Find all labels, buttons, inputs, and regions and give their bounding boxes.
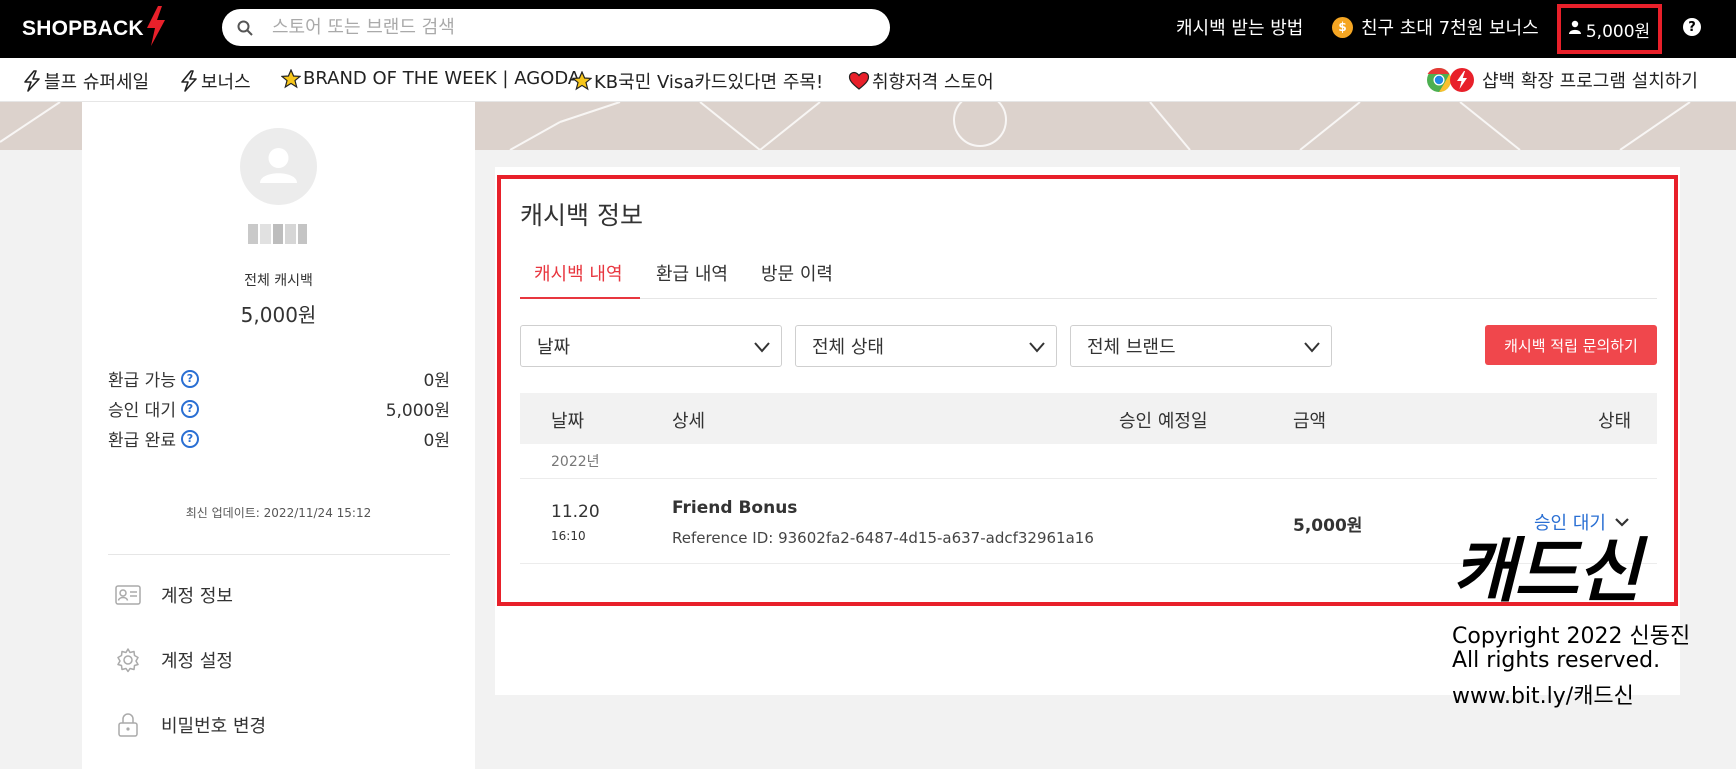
stat-row-pending: 승인 대기? 5,000원 [108, 396, 450, 421]
last-update-text: 최신 업데이트: 2022/11/24 15:12 [185, 506, 372, 520]
stat-label: 승인 대기 [108, 401, 176, 421]
how-to-get-cashback-link[interactable]: 캐시백 받는 방법 [1176, 14, 1303, 40]
promo-item-label: 취향저격 스토어 [872, 72, 994, 93]
dropdown-value: 전체 브랜드 [1087, 337, 1176, 358]
stat-label: 환급 가능 [108, 371, 176, 391]
account-sidebar: 전체 캐시백 5,000원 환급 가능? 0원 승인 대기? 5,000원 환급… [82, 102, 475, 769]
blurred-username [248, 224, 307, 244]
top-bar: SHOPBACK 캐시백 받는 방법 $ 친구 초대 7천원 보너스 5,000… [0, 0, 1736, 58]
promo-item-label: 블프 슈퍼세일 [44, 72, 150, 93]
row-reference-id: Reference ID: 93602fa2-6487-4d15-a637-ad… [672, 529, 1094, 547]
search-bar[interactable] [222, 9, 890, 46]
chevron-down-icon [754, 342, 770, 353]
lightning-icon [179, 70, 199, 92]
promo-item-kb-visa[interactable]: KB국민 Visa카드있다면 주목! [572, 68, 823, 94]
page-title: 캐시백 정보 [520, 201, 643, 230]
promo-item-label: KB국민 Visa카드있다면 주목! [594, 72, 824, 93]
promo-nav: 블프 슈퍼세일 보너스 BRAND OF THE WEEK | AGODA KB… [0, 58, 1736, 102]
install-extension-link[interactable]: 샵백 확장 프로그램 설치하기 [1426, 67, 1698, 93]
gear-icon [114, 646, 142, 674]
promo-item-black-friday[interactable]: 블프 슈퍼세일 [22, 68, 149, 94]
total-cashback-label: 전체 캐시백 [244, 273, 313, 289]
tab-cashback-history[interactable]: 캐시백 내역 [520, 260, 640, 299]
heart-icon [848, 71, 870, 91]
promo-item-label: BRAND OF THE WEEK | AGODA [303, 68, 581, 89]
watermark-copyright: Copyright 2022 신동진 [1452, 624, 1691, 649]
row-time: 16:10 [551, 529, 586, 543]
invite-friend-label: 친구 초대 7천원 보너스 [1361, 18, 1539, 39]
column-header-status: 상태 [1598, 411, 1632, 432]
row-amount: 5,000원 [1293, 516, 1363, 536]
lightning-logo-icon [146, 6, 165, 46]
user-icon [1568, 19, 1581, 39]
promo-item-label: 보너스 [201, 72, 251, 93]
star-icon [281, 68, 301, 89]
stat-row-refundable: 환급 가능? 0원 [108, 366, 450, 391]
menu-label: 비밀번호 변경 [161, 716, 267, 737]
logo-text: SHOPBACK [22, 17, 144, 40]
menu-account-info[interactable]: 계정 정보 [114, 581, 233, 609]
search-icon [236, 19, 254, 37]
promo-item-brand-of-week[interactable]: BRAND OF THE WEEK | AGODA [281, 68, 580, 89]
question-icon[interactable]: ? [180, 429, 199, 448]
chevron-down-icon [1615, 518, 1629, 527]
stat-value: 0원 [423, 431, 450, 451]
total-cashback-value: 5,000원 [240, 303, 317, 327]
promo-item-taste-store[interactable]: 취향저격 스토어 [848, 68, 994, 94]
table-header: 날짜 상세 승인 예정일 금액 상태 [520, 393, 1657, 444]
cashback-inquiry-button[interactable]: 캐시백 적립 문의하기 [1485, 325, 1657, 365]
dropdown-value: 전체 상태 [812, 337, 884, 358]
id-card-icon [114, 581, 142, 609]
account-balance-value: 5,000원 [1585, 21, 1651, 42]
divider [108, 554, 450, 555]
menu-label: 계정 정보 [161, 586, 233, 607]
year-group-row: 2022년 [520, 444, 1657, 479]
date-filter-dropdown[interactable]: 날짜 [520, 325, 782, 367]
stat-row-refunded: 환급 완료? 0원 [108, 426, 450, 451]
column-header-amount: 금액 [1293, 411, 1327, 432]
year-label: 2022년 [551, 454, 600, 470]
shopback-logo[interactable]: SHOPBACK [22, 6, 167, 46]
column-header-approval-date: 승인 예정일 [1119, 411, 1208, 432]
stat-value: 5,000원 [385, 401, 450, 421]
dropdown-value: 날짜 [537, 337, 571, 358]
row-title: Friend Bonus [672, 498, 798, 518]
chevron-down-icon [1304, 342, 1320, 353]
stat-label: 환급 완료 [108, 431, 176, 451]
watermark-title: 캐드신 [1452, 530, 1641, 612]
menu-account-settings[interactable]: 계정 설정 [114, 646, 233, 674]
menu-change-password[interactable]: 비밀번호 변경 [114, 711, 266, 739]
watermark-url: www.bit.ly/캐드신 [1452, 684, 1634, 709]
avatar [240, 128, 317, 205]
tab-visit-history[interactable]: 방문 이력 [761, 260, 833, 299]
question-icon[interactable]: ? [180, 399, 199, 418]
invite-friend-link[interactable]: $ 친구 초대 7천원 보너스 [1332, 14, 1539, 40]
question-icon[interactable]: ? [180, 369, 199, 388]
install-extension-label: 샵백 확장 프로그램 설치하기 [1482, 71, 1698, 92]
watermark-rights: All rights reserved. [1452, 648, 1661, 673]
tab-refund-history[interactable]: 환급 내역 [656, 260, 728, 299]
help-icon[interactable]: ? [1683, 18, 1701, 36]
search-input[interactable] [272, 17, 832, 38]
lightning-icon [22, 70, 42, 92]
chevron-down-icon [1029, 342, 1045, 353]
lock-icon [114, 711, 142, 739]
column-header-detail: 상세 [672, 411, 706, 432]
star-icon [572, 71, 592, 91]
column-header-date: 날짜 [551, 411, 585, 432]
menu-label: 계정 설정 [161, 651, 233, 672]
user-avatar-icon [260, 148, 297, 183]
chrome-extension-icon [1426, 67, 1476, 93]
account-balance-button[interactable]: 5,000원 [1557, 4, 1662, 54]
brand-filter-dropdown[interactable]: 전체 브랜드 [1070, 325, 1332, 367]
status-filter-dropdown[interactable]: 전체 상태 [795, 325, 1057, 367]
coin-icon: $ [1332, 16, 1353, 38]
promo-item-bonus[interactable]: 보너스 [179, 68, 251, 94]
row-date: 11.20 [551, 502, 600, 522]
stat-value: 0원 [423, 371, 450, 391]
cashback-tabs: 캐시백 내역 환급 내역 방문 이력 [520, 254, 1657, 299]
